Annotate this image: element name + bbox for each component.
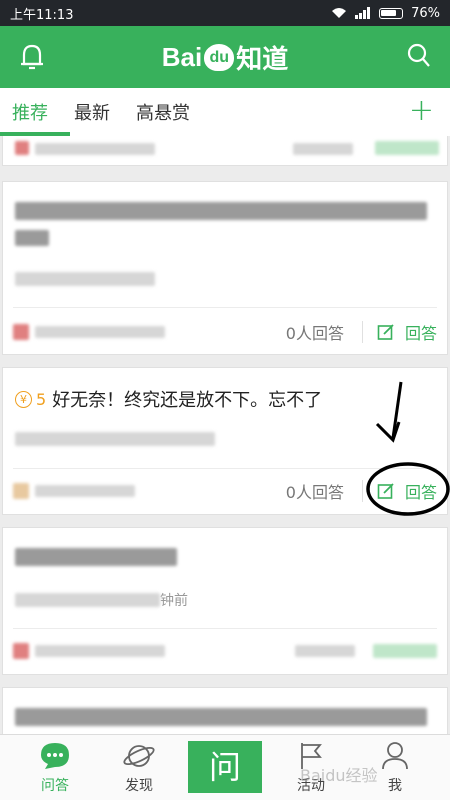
status-bar: 上午11:13 76% [0, 0, 450, 26]
status-time: 上午11:13 [10, 7, 74, 23]
annotation-arrow-icon [375, 381, 403, 443]
category-tabs: 推荐 最新 高悬赏 + [0, 88, 450, 136]
bottom-navigation: 问答 发现 问 活动 我 [0, 734, 450, 800]
tab-latest[interactable]: 最新 [74, 99, 110, 125]
tab-high-reward[interactable]: 高悬赏 [136, 99, 190, 125]
wifi-icon [332, 8, 347, 18]
question-card[interactable]: ¥ 5 好无奈！终究还是放不下。忘不了 0人回答 回答 [2, 367, 450, 516]
nav-qa[interactable]: 问答 [20, 735, 90, 800]
avatar [13, 483, 29, 499]
baidu-jingyan-watermark: Baidu经验 [300, 766, 378, 785]
user-icon [382, 742, 408, 770]
post-time: 钟前 [160, 593, 188, 609]
answer-button[interactable]: 回答 [377, 320, 437, 344]
answer-count: 0人回答 [285, 324, 344, 343]
edit-icon [377, 324, 394, 340]
app-header: Bai du 知道 [0, 26, 450, 88]
question-card[interactable]: 0人回答 回答 [2, 181, 448, 355]
answer-count: 0人回答 [285, 483, 344, 502]
question-card[interactable] [2, 687, 448, 734]
avatar [13, 324, 29, 340]
question-title-row: ¥ 5 好无奈！终究还是放不下。忘不了 [15, 386, 322, 412]
ask-question-button[interactable]: 问 [188, 741, 262, 793]
planet-icon [123, 745, 155, 767]
question-title-blurred [15, 708, 427, 726]
question-title[interactable]: 好无奈！终究还是放不下。忘不了 [52, 386, 322, 412]
chat-bubble-icon [41, 743, 69, 769]
question-card-footer: 0人回答 回答 [13, 317, 437, 347]
question-card[interactable]: 钟前 [2, 527, 448, 675]
baidu-zhidao-logo: Bai du 知道 [161, 41, 289, 74]
search-icon[interactable] [406, 42, 432, 70]
signal-icon [355, 7, 371, 19]
notification-bell-icon[interactable] [18, 42, 46, 72]
add-category-icon[interactable]: + [409, 96, 434, 126]
avatar [15, 141, 29, 155]
nav-discover[interactable]: 发现 [104, 735, 174, 800]
annotation-circle-icon [366, 462, 450, 516]
question-card[interactable] [2, 136, 448, 166]
coin-icon: ¥ [15, 390, 32, 408]
question-title-blurred [15, 202, 427, 220]
battery-percent: 76% [411, 5, 440, 21]
question-card-footer [13, 636, 437, 666]
avatar [13, 643, 29, 659]
reward-badge: ¥ 5 [15, 390, 46, 409]
question-title-blurred [15, 548, 177, 566]
question-feed[interactable]: 0人回答 回答 ¥ 5 好无奈！终究还是放不下。忘不了 0人回答 回答 钟前 [0, 136, 450, 734]
battery-icon [379, 7, 404, 19]
tab-recommended[interactable]: 推荐 [12, 99, 48, 125]
